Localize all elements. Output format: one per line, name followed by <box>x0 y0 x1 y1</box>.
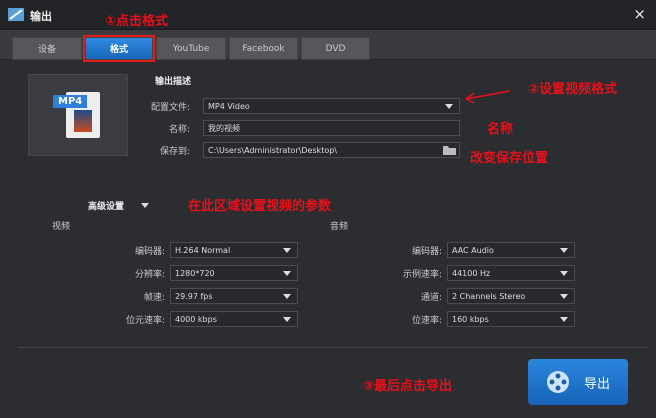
chevron-down-icon <box>560 294 568 299</box>
name-label: 名称: <box>168 125 190 135</box>
video-select[interactable]: 29.97 fps <box>170 288 298 304</box>
audio-value: AAC Audio <box>452 245 494 255</box>
export-label: 导出 <box>583 376 610 392</box>
folder-icon[interactable] <box>443 145 456 155</box>
chevron-down-icon <box>283 271 291 276</box>
name-input[interactable]: 我的视频 <box>203 120 460 136</box>
chevron-down-icon <box>560 271 568 276</box>
video-label: 分辨率: <box>134 270 165 280</box>
tab-dvd[interactable]: DVD <box>301 37 370 60</box>
video-value: 1280*720 <box>175 268 215 278</box>
annotation-save: 改变保存位置 <box>470 151 549 166</box>
video-select[interactable]: 1280*720 <box>170 265 298 281</box>
save-path-input[interactable]: C:\Users\Administrator\Desktop\ <box>203 142 460 158</box>
save-label: 保存到: <box>159 147 190 157</box>
video-label: 编码器: <box>134 247 165 257</box>
tab-device[interactable]: 设备 <box>12 37 82 60</box>
annotation-name: 名称 <box>487 122 514 137</box>
tab-youtube[interactable]: YouTube <box>156 37 226 60</box>
chevron-down-icon <box>445 104 453 109</box>
annotation-step3: ③最后点击导出 <box>363 379 453 394</box>
chevron-down-icon <box>560 248 568 253</box>
chevron-down-icon <box>283 294 291 299</box>
audio-label: 位速率: <box>411 316 442 326</box>
output-heading: 输出描述 <box>155 77 192 87</box>
chevron-down-icon <box>283 248 291 253</box>
tab-facebook[interactable]: Facebook <box>229 37 298 60</box>
chevron-down-icon[interactable] <box>141 203 149 208</box>
profile-select[interactable]: MP4 Video <box>203 98 460 114</box>
advanced-settings-toggle[interactable]: 高级设置 <box>88 199 124 212</box>
audio-label: 编码器: <box>411 247 442 257</box>
audio-value: 44100 Hz <box>452 268 491 278</box>
title-bar <box>0 0 656 30</box>
audio-label: 示例速率: <box>402 270 442 280</box>
profile-label: 配置文件: <box>150 103 190 113</box>
audio-select[interactable]: 2 Channels Stereo <box>447 288 575 304</box>
video-value: 4000 kbps <box>175 314 217 324</box>
video-value: H.264 Normal <box>175 245 231 255</box>
tab-format[interactable]: 格式 <box>83 35 155 62</box>
chevron-down-icon <box>283 317 291 322</box>
audio-select[interactable]: AAC Audio <box>447 242 575 258</box>
export-button[interactable]: 导出 <box>528 359 628 405</box>
audio-select[interactable]: 160 kbps <box>447 311 575 327</box>
annotation-arrow <box>465 90 511 104</box>
video-select[interactable]: 4000 kbps <box>170 311 298 327</box>
audio-value: 2 Channels Stereo <box>452 291 526 301</box>
annotation-step1: ①点击格式 <box>105 14 169 29</box>
video-label: 位元速率: <box>125 316 165 326</box>
divider <box>18 347 648 348</box>
audio-label: 通道: <box>420 293 442 303</box>
save-path-value: C:\Users\Administrator\Desktop\ <box>208 145 337 155</box>
app-logo-icon <box>8 8 24 21</box>
film-reel-icon <box>546 371 569 393</box>
profile-value: MP4 Video <box>208 101 250 111</box>
video-heading: 视频 <box>52 222 71 232</box>
video-value: 29.97 fps <box>175 291 213 301</box>
audio-value: 160 kbps <box>452 314 489 324</box>
mp4-badge: MP4 <box>53 95 88 108</box>
video-select[interactable]: H.264 Normal <box>170 242 298 258</box>
annotation-params: 在此区域设置视频的参数 <box>188 199 332 214</box>
audio-select[interactable]: 44100 Hz <box>447 265 575 281</box>
video-label: 帧速: <box>143 293 165 303</box>
audio-heading: 音频 <box>330 222 349 232</box>
annotation-step2: ②设置视频格式 <box>528 82 618 97</box>
window-title: 输出 <box>30 10 52 23</box>
close-icon[interactable]: × <box>633 5 646 23</box>
advanced-label: 高级设置 <box>88 202 125 212</box>
chevron-down-icon <box>560 317 568 322</box>
